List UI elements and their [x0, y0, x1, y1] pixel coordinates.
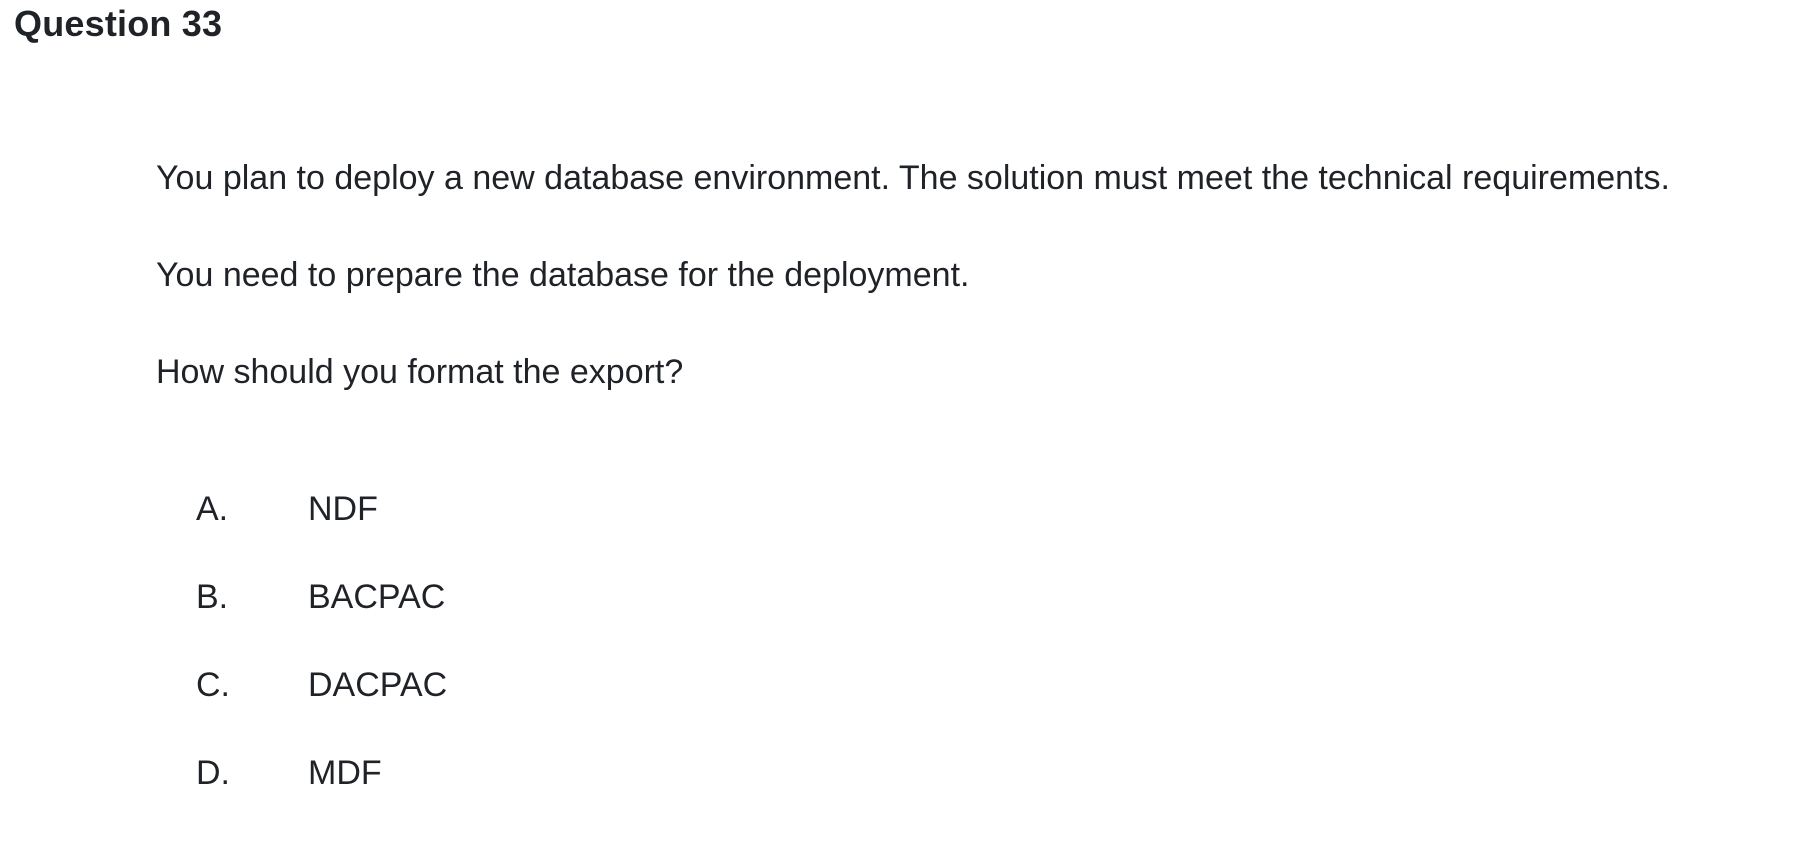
option-text: NDF: [308, 490, 378, 528]
option-text: DACPAC: [308, 666, 448, 704]
option-letter: C.: [196, 666, 230, 704]
option-text: MDF: [308, 754, 382, 792]
question-requirement-text: You need to prepare the database for the…: [156, 255, 970, 294]
question-prompt-text: How should you format the export?: [156, 352, 684, 391]
answer-option-b[interactable]: B. BACPAC: [196, 578, 447, 666]
question-scenario-text: You plan to deploy a new database enviro…: [156, 159, 1670, 197]
answer-option-c[interactable]: C. DACPAC: [196, 666, 447, 754]
question-body: You plan to deploy a new database enviro…: [156, 158, 1796, 392]
option-letter: B.: [196, 578, 229, 616]
option-letter: D.: [196, 754, 230, 792]
answer-option-a[interactable]: A. NDF: [196, 490, 447, 578]
answer-option-d[interactable]: D. MDF: [196, 754, 447, 842]
answer-options-list: A. NDF B. BACPAC C. DACPAC D. MDF: [196, 490, 447, 842]
question-title: Question 33: [14, 3, 223, 44]
option-text: BACPAC: [308, 578, 446, 616]
option-letter: A.: [196, 490, 229, 528]
